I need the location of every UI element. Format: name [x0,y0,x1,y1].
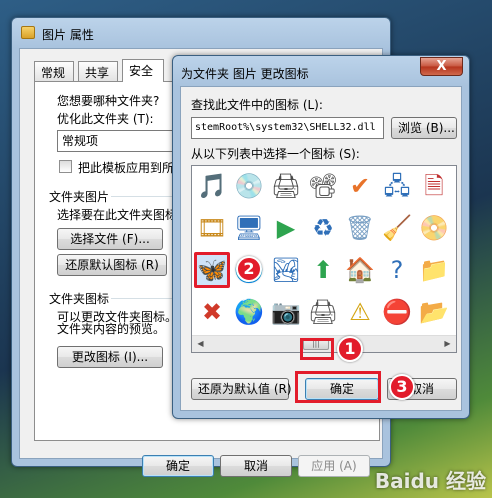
cleanup-icon[interactable]: 🧹 [379,210,415,246]
step-marker-1: 1 [337,336,363,362]
restore-default-button[interactable]: 还原为默认值 (R) [191,378,292,400]
scroll-right-icon[interactable]: ▶ [439,336,456,352]
recycle-media-icon[interactable]: ♻ [305,210,341,246]
optimize-label: 优化此文件夹 (T): [57,112,154,126]
folder-icon-desc-2: 文件夹内容的预览。 [57,322,166,336]
projector-screen-icon[interactable]: 📽 [305,168,341,204]
group-divider [111,298,181,299]
step-marker-2: 2 [236,256,262,282]
monitor-icon[interactable]: 🖥 [231,210,267,246]
network-globe-icon[interactable]: 🌍 [231,294,267,330]
group-divider [111,196,181,197]
camera-icon[interactable]: 📷 [268,294,304,330]
step-marker-3: 3 [389,374,415,400]
ok-button[interactable]: 确定 [142,455,214,477]
x-mark-icon[interactable]: ✖ [194,294,230,330]
landscape-picture-icon[interactable]: 🏞 [268,252,304,288]
up-arrow-icon[interactable]: ⬆ [305,252,341,288]
close-button[interactable]: X [420,57,463,76]
document-x-icon[interactable]: 🗎 [416,168,452,204]
change-icon-button[interactable]: 更改图标 (I)... [57,346,163,368]
find-icons-label: 查找此文件中的图标 (L): [191,98,323,112]
home-icon[interactable]: 🏠 [342,252,378,288]
printer-icon[interactable]: 🖨 [268,168,304,204]
no-entry-disc-icon[interactable]: ⛔ [379,294,415,330]
msn-butterfly-icon[interactable]: 🦋 [194,252,230,288]
scroll-highlight-box [300,338,334,360]
recycle-bin-icon[interactable]: 🗑 [342,210,378,246]
cd-arrow-icon[interactable]: 💿 [231,168,267,204]
folder-icon [21,26,35,39]
choose-file-button[interactable]: 选择文件 (F)... [57,228,163,250]
folder-icon-header: 文件夹图标 [49,292,110,306]
folder-pictures-desc: 选择要在此文件夹图标 [57,208,178,222]
play-button-icon[interactable]: ▶ [268,210,304,246]
scroll-left-icon[interactable]: ◀ [192,336,209,352]
restore-default-picture-button[interactable]: 还原默认图标 (R) [57,254,167,276]
apply-template-checkbox[interactable] [59,160,72,173]
cancel-button[interactable]: 取消 [220,455,292,477]
tab-security[interactable]: 安全 [122,59,164,82]
folder-light-icon[interactable]: 📂 [416,294,452,330]
close-icon: X [436,59,447,74]
properties-titlebar[interactable]: 图片 属性 [12,18,390,48]
icon-file-path-input[interactable]: stemRoot%\system32\SHELL32.dll [191,117,384,139]
help-icon[interactable]: ? [379,252,415,288]
baidu-watermark: Baidu 经验 [374,469,486,493]
network-computers-icon[interactable]: 🖧 [379,168,415,204]
dialog-title: 为文件夹 图片 更改图标 [181,67,309,81]
folder-type-question: 您想要哪种文件夹? [57,94,160,108]
change-icon-dialog: 为文件夹 图片 更改图标 X 查找此文件中的图标 (L): stemRoot%\… [172,55,470,419]
select-icon-label: 从以下列表中选择一个图标 (S): [191,147,360,161]
dvd-disc-icon[interactable]: 📀 [416,210,452,246]
tab-general[interactable]: 常规 [34,61,74,81]
folder-pictures-header: 文件夹图片 [49,190,110,204]
checkmark-icon[interactable]: ✔ [342,168,378,204]
optimize-value: 常规项 [62,134,99,148]
folder-yellow-icon[interactable]: 📁 [416,252,452,288]
ok-highlight-box [295,371,381,403]
icon-list[interactable]: 🎵💿🖨📽✔🖧🗎🎞🖥▶♻🗑🧹📀🦋🌐🏞⬆🏠?📁✖🌍📷🖨⚠⛔📂 ◀ ||| ▶ [191,165,457,353]
dialog-titlebar[interactable]: 为文件夹 图片 更改图标 X [173,56,469,86]
apply-template-label: 把此模板应用到所有 [78,161,187,175]
folder-video-icon[interactable]: 🎞 [194,210,230,246]
browse-button[interactable]: 浏览 (B)... [391,117,457,139]
apply-button[interactable]: 应用 (A) [298,455,370,477]
scanner-icon[interactable]: 🖨 [305,294,341,330]
warning-icon[interactable]: ⚠ [342,294,378,330]
tab-sharing[interactable]: 共享 [78,61,118,81]
properties-title: 图片 属性 [42,28,94,42]
dialog-client: 查找此文件中的图标 (L): stemRoot%\system32\SHELL3… [180,86,462,411]
folder-music-icon[interactable]: 🎵 [194,168,230,204]
